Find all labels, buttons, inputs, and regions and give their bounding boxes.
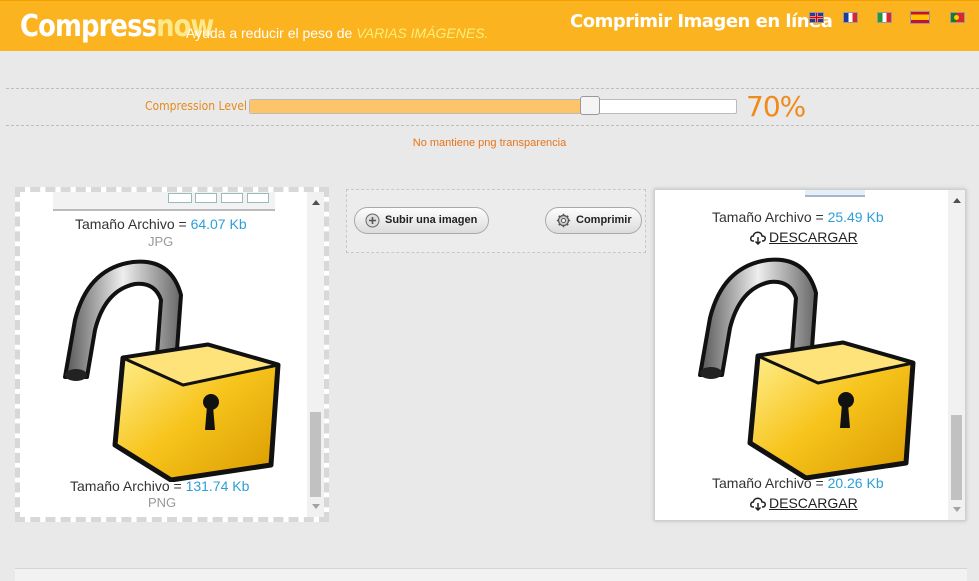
logo[interactable]: Compressnow xyxy=(20,7,214,47)
logo-text-main: Compress xyxy=(20,9,157,44)
compress-button[interactable]: Comprimir xyxy=(545,207,642,234)
divider xyxy=(6,88,979,89)
file-size-info: Tamaño Archivo = 20.26 Kb xyxy=(712,475,884,491)
padlock-image xyxy=(63,259,281,482)
scrollbar-thumb[interactable] xyxy=(951,415,962,500)
scroll-up-arrow-icon[interactable] xyxy=(312,200,320,205)
thumbnail-detail xyxy=(168,193,192,203)
france-flag-icon[interactable] xyxy=(843,12,858,23)
header-bar: Compressnow Ayuda a reducir el peso de V… xyxy=(0,0,979,51)
file-size-info: Tamaño Archivo = 25.49 Kb xyxy=(712,209,884,225)
compression-slider-handle[interactable] xyxy=(580,96,601,115)
scroll-down-arrow-icon[interactable] xyxy=(953,507,961,512)
download-label: DESCARGAR xyxy=(769,229,858,245)
download-link[interactable]: DESCARGAR xyxy=(750,495,858,511)
image-thumbnail-partial xyxy=(805,190,865,197)
file-size-info: Tamaño Archivo = 131.74 Kb xyxy=(70,478,249,494)
file-size-label: Tamaño Archivo = xyxy=(712,475,828,491)
file-size-value: 20.26 Kb xyxy=(827,475,884,491)
upload-image-button[interactable]: Subir una imagen xyxy=(354,207,489,234)
page-title: Comprimir Imagen en línea xyxy=(570,11,833,32)
file-format: PNG xyxy=(148,495,177,510)
compression-slider[interactable] xyxy=(249,96,737,115)
vertical-scrollbar[interactable] xyxy=(307,192,324,517)
cloud-download-icon xyxy=(750,497,766,511)
download-label: DESCARGAR xyxy=(769,495,858,511)
italy-flag-icon[interactable] xyxy=(877,12,892,23)
padlock-image xyxy=(698,257,916,480)
compression-level-label: Compression Level xyxy=(145,99,248,113)
vertical-scrollbar[interactable] xyxy=(948,190,965,520)
gear-icon xyxy=(556,213,571,228)
file-size-label: Tamaño Archivo = xyxy=(712,209,828,225)
actions-panel: Subir una imagen Comprimir xyxy=(346,189,646,253)
compressed-images-panel[interactable]: Tamaño Archivo = 25.49 Kb DESCARGAR Tama… xyxy=(654,189,966,521)
image-thumbnail-partial xyxy=(53,192,275,211)
footer-panel-edge xyxy=(15,568,967,581)
compression-slider-fill xyxy=(250,100,591,113)
file-size-value: 131.74 Kb xyxy=(185,478,250,494)
thumbnail-detail xyxy=(221,193,243,203)
portugal-flag-icon[interactable] xyxy=(950,12,965,23)
download-link[interactable]: DESCARGAR xyxy=(750,229,858,245)
scroll-down-arrow-icon[interactable] xyxy=(312,504,320,509)
divider xyxy=(6,125,979,126)
cloud-download-icon xyxy=(750,231,766,245)
compression-percent: 70% xyxy=(746,90,806,123)
original-images-panel[interactable]: Tamaño Archivo = 64.07 Kb JPG Tamaño Arc… xyxy=(15,187,329,522)
tagline-text: Ayuda a reducir el peso de xyxy=(186,25,357,41)
upload-plus-icon xyxy=(365,213,380,228)
thumbnail-detail xyxy=(247,193,269,203)
spain-flag-icon[interactable] xyxy=(910,11,930,24)
file-size-value: 64.07 Kb xyxy=(190,216,247,232)
scroll-up-arrow-icon[interactable] xyxy=(953,198,961,203)
file-size-label: Tamaño Archivo = xyxy=(70,478,186,494)
transparency-note: No mantiene png transparencia xyxy=(412,137,567,149)
file-size-info: Tamaño Archivo = 64.07 Kb xyxy=(75,216,247,232)
upload-button-label: Subir una imagen xyxy=(385,214,478,226)
thumbnail-detail xyxy=(195,193,217,203)
scrollbar-thumb[interactable] xyxy=(310,412,321,497)
file-size-label: Tamaño Archivo = xyxy=(75,216,191,232)
file-format: JPG xyxy=(148,234,174,249)
tagline: Ayuda a reducir el peso de VARIAS IMÁGEN… xyxy=(186,25,488,41)
compress-button-label: Comprimir xyxy=(576,214,632,226)
tagline-highlight: VARIAS IMÁGENES. xyxy=(356,25,489,41)
file-size-value: 25.49 Kb xyxy=(827,209,884,225)
uk-flag-icon[interactable] xyxy=(809,12,824,23)
